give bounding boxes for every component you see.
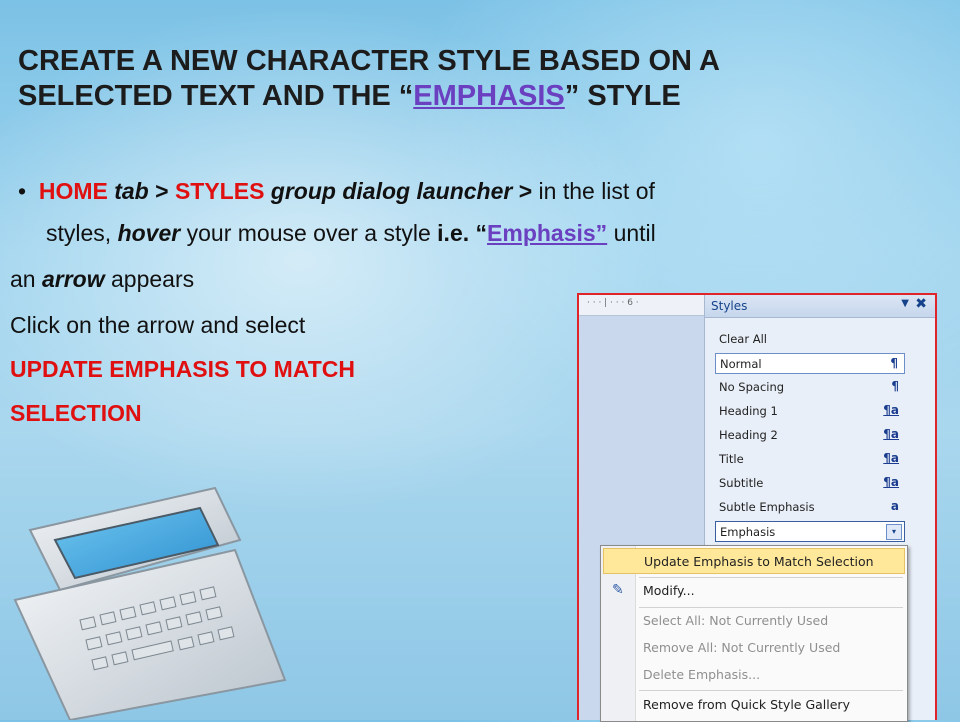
an-text: an bbox=[10, 266, 42, 292]
title-line-1: CREATE A NEW CHARACTER STYLE BASED ON A bbox=[18, 45, 720, 77]
style-normal[interactable]: Normal ¶ bbox=[715, 353, 905, 374]
styles-pane-title: Styles bbox=[711, 299, 748, 313]
style-label: Normal bbox=[720, 357, 762, 371]
style-emphasis[interactable]: Emphasis ▾ bbox=[715, 521, 905, 542]
paragraph-icon: ¶ bbox=[890, 356, 898, 370]
style-label: Subtitle bbox=[719, 476, 764, 490]
ruler: · · · | · · · 6 · bbox=[579, 295, 704, 316]
pane-dropdown-icon[interactable]: ▼ bbox=[901, 298, 909, 309]
title-line-2-post: ” STYLE bbox=[564, 80, 681, 112]
until-text: until bbox=[607, 220, 656, 246]
modify-icon: ✎ bbox=[612, 582, 624, 598]
emphasis-link[interactable]: EMPHASIS bbox=[413, 80, 564, 112]
style-heading-1[interactable]: Heading 1 ¶a bbox=[715, 401, 905, 422]
style-title[interactable]: Title ¶a bbox=[715, 449, 905, 470]
emphasis-dropdown-arrow-icon[interactable]: ▾ bbox=[886, 524, 902, 540]
bullet-line-1: • HOME tab > STYLES group dialog launche… bbox=[18, 176, 655, 206]
style-label: Heading 1 bbox=[719, 404, 778, 418]
menu-remove-all-unused[interactable]: Remove All: Not Currently Used bbox=[603, 635, 905, 661]
style-clear-all[interactable]: Clear All bbox=[715, 329, 905, 350]
styles-word: styles, bbox=[46, 220, 118, 246]
menu-delete-emphasis[interactable]: Delete Emphasis... bbox=[603, 662, 905, 688]
menu-modify-label: Modify... bbox=[643, 583, 695, 598]
menu-modify[interactable]: ✎ Modify... bbox=[603, 578, 905, 604]
style-label: Subtle Emphasis bbox=[719, 500, 815, 514]
style-label: Clear All bbox=[719, 332, 767, 346]
menu-separator bbox=[639, 690, 903, 691]
linked-style-icon: ¶a bbox=[883, 475, 899, 489]
ie-text: i.e. “ bbox=[437, 220, 488, 246]
linked-style-icon: ¶a bbox=[883, 427, 899, 441]
hover-text: hover bbox=[117, 220, 181, 246]
close-icon[interactable]: ✖ bbox=[915, 296, 927, 312]
style-label: Emphasis bbox=[720, 525, 776, 539]
bullet-line-2: styles, hover your mouse over a style i.… bbox=[46, 218, 656, 248]
home-text: HOME bbox=[38, 178, 108, 204]
handheld-device-illustration bbox=[13, 486, 287, 720]
styles-pane-header: Styles ▼ ✖ bbox=[705, 295, 935, 318]
appears-text: appears bbox=[104, 266, 195, 292]
style-label: Heading 2 bbox=[719, 428, 778, 442]
styles-text: STYLES bbox=[174, 178, 265, 204]
body-line-5: UPDATE EMPHASIS TO MATCH bbox=[10, 356, 356, 382]
body-line-4: Click on the arrow and select bbox=[10, 312, 306, 338]
arrow-text: arrow bbox=[41, 266, 105, 292]
style-subtle-emphasis[interactable]: Subtle Emphasis a bbox=[715, 497, 905, 518]
group-text: group dialog launcher bbox=[264, 178, 513, 204]
rest-text: in the list of bbox=[532, 178, 655, 204]
style-label: No Spacing bbox=[719, 380, 785, 394]
slide-title: CREATE A NEW CHARACTER STYLE BASED ON A … bbox=[18, 44, 948, 114]
title-line-2-pre: SELECTED TEXT AND THE “ bbox=[18, 80, 414, 112]
body-line-6: SELECTION bbox=[10, 400, 142, 426]
body-line-3: an arrow appears bbox=[10, 266, 194, 293]
ruler-marks: · · · | · · · 6 · bbox=[587, 298, 639, 308]
paragraph-icon: ¶ bbox=[891, 379, 899, 393]
menu-select-all-unused[interactable]: Select All: Not Currently Used bbox=[603, 608, 905, 634]
linked-style-icon: ¶a bbox=[883, 451, 899, 465]
style-heading-2[interactable]: Heading 2 ¶a bbox=[715, 425, 905, 446]
style-no-spacing[interactable]: No Spacing ¶ bbox=[715, 377, 905, 398]
style-label: Title bbox=[719, 452, 744, 466]
menu-update-emphasis[interactable]: Update Emphasis to Match Selection bbox=[603, 548, 905, 574]
gt-1: > bbox=[148, 178, 175, 204]
character-style-icon: a bbox=[890, 499, 899, 513]
linked-style-icon: ¶a bbox=[883, 403, 899, 417]
tab-text: tab bbox=[107, 178, 149, 204]
menu-remove-from-gallery[interactable]: Remove from Quick Style Gallery bbox=[603, 692, 905, 718]
gt-2: > bbox=[512, 178, 533, 204]
bullet-marker: • bbox=[18, 178, 27, 204]
emphasis-context-menu: Update Emphasis to Match Selection ✎ Mod… bbox=[600, 545, 908, 722]
style-subtitle[interactable]: Subtitle ¶a bbox=[715, 473, 905, 494]
mouse-text: your mouse over a style bbox=[180, 220, 438, 246]
emphasis-inline-link[interactable]: Emphasis” bbox=[487, 220, 607, 246]
